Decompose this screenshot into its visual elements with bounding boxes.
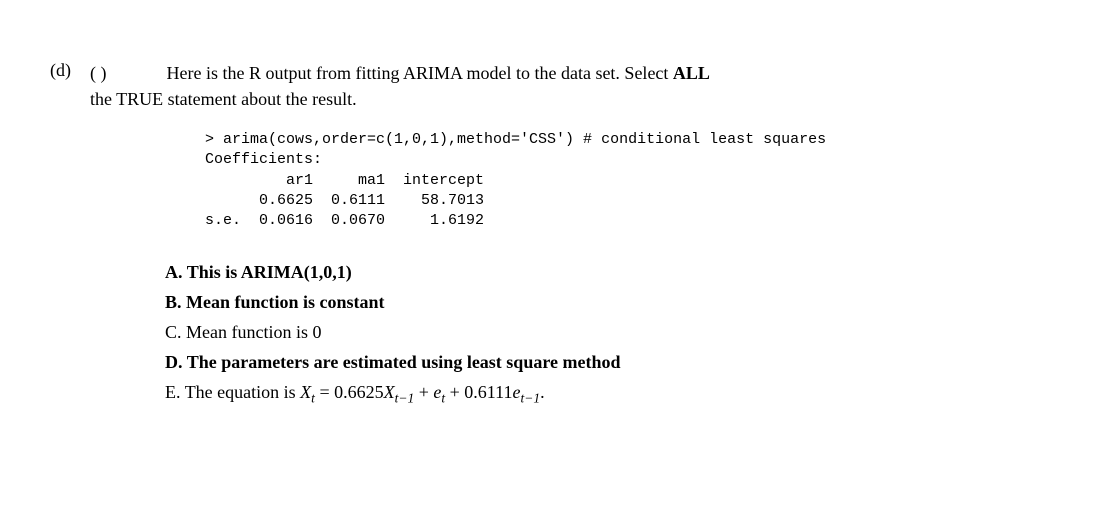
choice-e: E. The equation is Xt = 0.6625Xt−1 + et …: [165, 379, 1043, 407]
choice-e-label: E.: [165, 379, 181, 407]
math-sub-tm1a: t−1: [395, 391, 415, 406]
choice-a-label: A.: [165, 259, 183, 287]
code-line-5: s.e. 0.0616 0.0670 1.6192: [205, 212, 484, 229]
math-var-x2: X: [384, 382, 395, 402]
math-plus1: +: [414, 382, 433, 402]
choice-b-text: Mean function is constant: [186, 292, 385, 312]
choice-c: C. Mean function is 0: [165, 319, 1043, 347]
math-eq: = 0.6625: [315, 382, 384, 402]
math-var-x1: X: [300, 382, 311, 402]
points-placeholder: ( ): [90, 60, 162, 86]
intro-text-1: Here is the R output from fitting ARIMA …: [167, 63, 673, 83]
math-period: .: [540, 382, 545, 402]
choice-b-label: B.: [165, 289, 182, 317]
intro-text-2: the TRUE statement about the result.: [90, 89, 357, 109]
r-output-block: > arima(cows,order=c(1,0,1),method='CSS'…: [205, 130, 1043, 231]
choice-c-label: C.: [165, 319, 182, 347]
question-body: ( ) Here is the R output from fitting AR…: [90, 60, 1043, 409]
code-line-4: 0.6625 0.6111 58.7013: [205, 192, 484, 209]
choice-list: A. This is ARIMA(1,0,1) B. Mean function…: [165, 259, 1043, 406]
choice-d-text: The parameters are estimated using least…: [187, 352, 621, 372]
choice-d: D. The parameters are estimated using le…: [165, 349, 1043, 377]
code-line-2: Coefficients:: [205, 151, 322, 168]
choice-d-label: D.: [165, 349, 183, 377]
question-label: (d): [50, 60, 90, 81]
question-item: (d) ( ) Here is the R output from fittin…: [50, 60, 1043, 409]
math-plus2: + 0.6111: [445, 382, 512, 402]
code-line-3: ar1 ma1 intercept: [205, 172, 484, 189]
choice-a-text: This is ARIMA(1,0,1): [187, 262, 352, 282]
code-line-1: > arima(cows,order=c(1,0,1),method='CSS'…: [205, 131, 826, 148]
intro-all-bold: ALL: [673, 63, 710, 83]
math-sub-tm1b: t−1: [520, 391, 540, 406]
choice-a: A. This is ARIMA(1,0,1): [165, 259, 1043, 287]
choice-e-prefix: The equation is: [185, 382, 300, 402]
question-intro: ( ) Here is the R output from fitting AR…: [90, 60, 1043, 112]
choice-c-text: Mean function is 0: [186, 322, 321, 342]
choice-b: B. Mean function is constant: [165, 289, 1043, 317]
